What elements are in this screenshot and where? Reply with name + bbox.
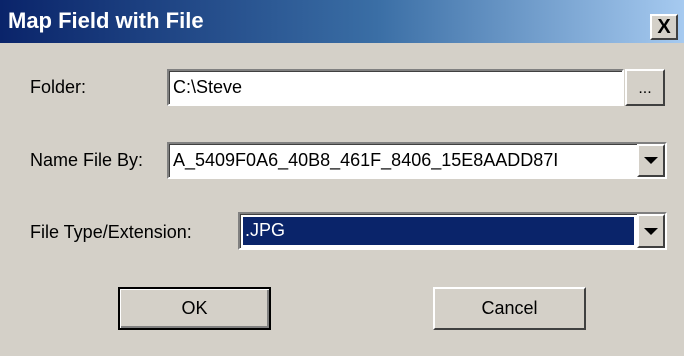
folder-input[interactable]: C:\Steve (167, 69, 624, 106)
close-icon: X (657, 15, 671, 38)
folder-label: Folder: (30, 77, 87, 97)
ok-label: OK (181, 298, 208, 318)
name-file-by-dropdown-button[interactable] (637, 144, 665, 177)
title-bar[interactable]: Map Field with File X (0, 0, 684, 43)
name-file-by-select[interactable]: A_5409F0A6_40B8_461F_8406_15E8AADD87I (167, 142, 667, 179)
chevron-down-icon (644, 227, 658, 235)
name-file-by-label: Name File By: (30, 150, 144, 170)
file-type-select[interactable]: .JPG (238, 212, 667, 250)
cancel-button[interactable]: Cancel (433, 287, 586, 330)
file-type-dropdown-button[interactable] (637, 214, 665, 248)
chevron-down-icon (644, 157, 658, 164)
window-title: Map Field with File (8, 8, 204, 33)
map-field-dialog: Map Field with File X Folder: C:\Steve .… (0, 0, 684, 356)
browse-button[interactable]: ... (625, 69, 665, 106)
file-type-selection-highlight: .JPG (243, 217, 634, 245)
folder-value: C:\Steve (173, 77, 243, 97)
ellipsis-icon: ... (638, 80, 652, 97)
ok-button[interactable]: OK (118, 287, 271, 330)
cancel-label: Cancel (481, 298, 538, 318)
file-type-label: File Type/Extension: (30, 222, 192, 242)
file-type-value: .JPG (245, 220, 286, 240)
close-button[interactable]: X (650, 14, 678, 40)
name-file-by-value: A_5409F0A6_40B8_461F_8406_15E8AADD87I (173, 150, 559, 170)
